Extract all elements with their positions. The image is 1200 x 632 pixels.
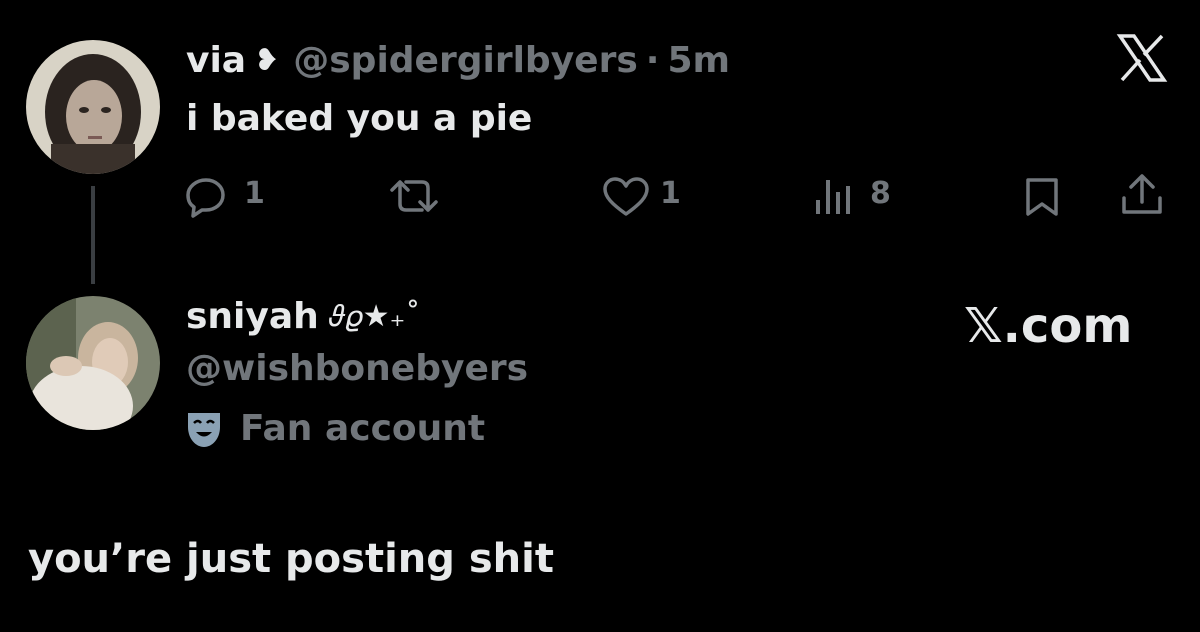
name-decoration: 𝜗𝜚★₊˚ (328, 299, 421, 334)
views-count: 8 (870, 176, 891, 211)
tweet-text: i baked you a pie (186, 98, 533, 139)
bookmark-icon[interactable] (1022, 176, 1062, 218)
thread-connector-line (91, 186, 95, 284)
like-heart-icon[interactable] (602, 176, 650, 216)
fan-account-badge: Fan account (186, 408, 485, 449)
author-handle[interactable]: @spidergirlbyers (293, 40, 638, 81)
avatar[interactable] (26, 40, 160, 174)
tweet-header: via ❥ @spidergirlbyers · 5m (186, 36, 730, 84)
like-count: 1 (660, 176, 681, 211)
x-logo-icon[interactable] (1114, 30, 1170, 86)
dot-separator: · (645, 39, 660, 81)
x-com-watermark: 𝕏.com (964, 298, 1133, 354)
reply-author-name-row: sniyah 𝜗𝜚★₊˚ (186, 296, 420, 337)
reply-icon[interactable] (184, 174, 228, 218)
views-chart-icon[interactable] (812, 176, 856, 216)
fan-account-label: Fan account (240, 408, 486, 449)
reply-author-avatar[interactable] (26, 296, 160, 430)
share-icon[interactable] (1118, 172, 1166, 218)
author-heart-emoji: ❥ (254, 42, 280, 78)
reply-author-handle[interactable]: @wishbonebyers (186, 348, 528, 389)
reply-count: 1 (244, 176, 265, 211)
caption-text: you’re just posting shit (28, 536, 554, 582)
reply-author-name[interactable]: sniyah (186, 296, 319, 337)
retweet-icon[interactable] (386, 176, 442, 216)
tweet-time[interactable]: 5m (667, 40, 730, 81)
author-name[interactable]: via (186, 40, 246, 81)
theater-mask-icon (186, 409, 222, 449)
